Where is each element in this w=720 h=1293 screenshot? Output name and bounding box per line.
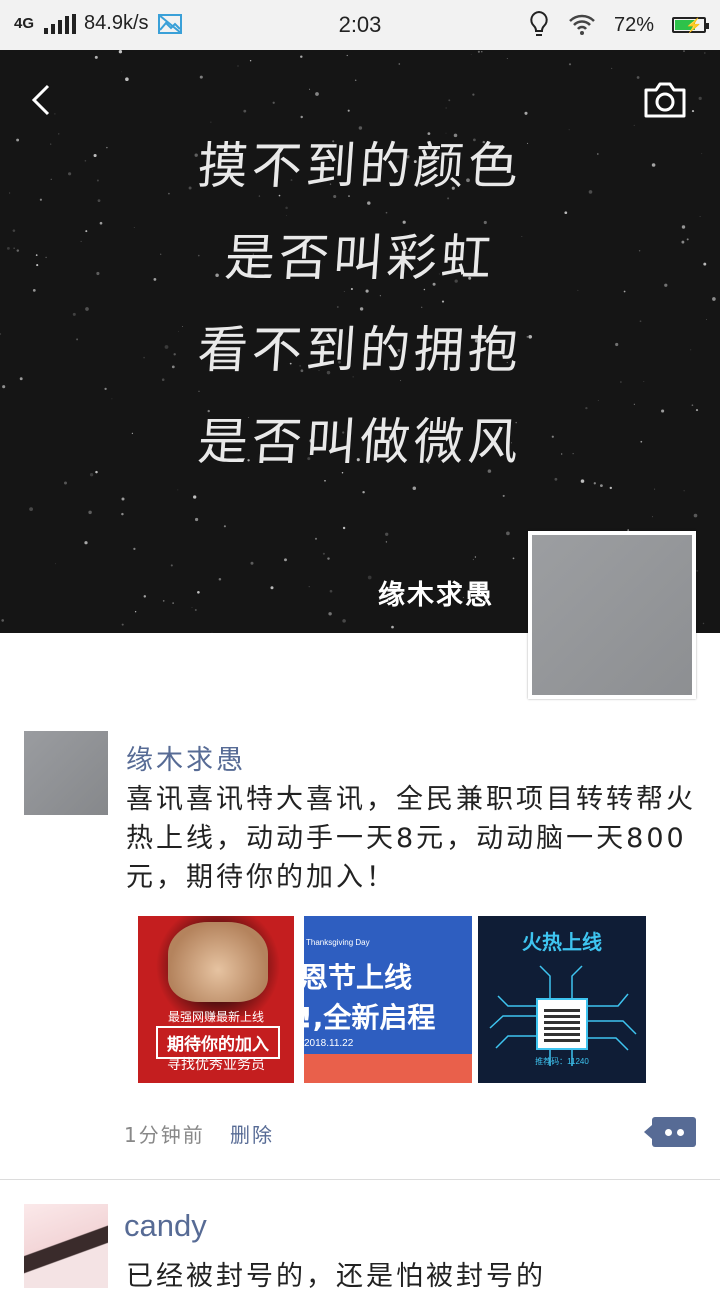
post-images: 最强网赚最新上线 期待你的加入 寻找优秀业务员 Thanksgiving Day… — [130, 916, 646, 1083]
image-text: 推荐码：11240 — [535, 1057, 589, 1066]
post-author[interactable]: 缘木求愚 — [126, 738, 246, 777]
delete-link[interactable]: 删除 — [230, 1119, 274, 1148]
wifi-icon — [569, 14, 595, 35]
avatar[interactable] — [24, 1204, 108, 1288]
post-text: 已经被封号的，还是怕被封号的 — [126, 1261, 546, 1292]
camera-icon[interactable] — [642, 80, 688, 120]
battery-icon: ⚡ — [672, 17, 709, 33]
poem-line: 是否叫做微风 — [195, 413, 525, 471]
status-right: 72% ⚡ — [528, 10, 709, 40]
battery-percent: 72% — [613, 13, 654, 36]
image-text: Thanksgiving Day — [306, 938, 370, 947]
more-actions-icon[interactable] — [644, 1117, 696, 1147]
divider — [0, 1179, 720, 1180]
cover-poem: 摸不到的颜色 是否叫彩虹 看不到的拥抱 是否叫做微风 — [0, 120, 720, 488]
status-bar: 4G 84.9k/s 2:03 72% ⚡ — [0, 0, 720, 50]
post-image[interactable]: 最强网赚最新上线 期待你的加入 寻找优秀业务员 — [130, 916, 298, 1083]
post-author[interactable]: candy — [124, 1208, 207, 1244]
avatar[interactable] — [24, 731, 108, 815]
profile-avatar[interactable] — [528, 531, 696, 699]
cover-display-name: 缘木求愚 — [378, 580, 494, 611]
image-text: 寻找优秀业务员 — [167, 1057, 265, 1073]
image-text: 火热上线 — [522, 930, 602, 954]
poem-line: 是否叫彩虹 — [222, 229, 498, 287]
post-text: 喜讯喜讯特大喜讯，全民兼职项目转转帮火热上线，动动手一天8元，动动脑一天800元… — [126, 784, 696, 893]
image-text: 2018.11.22 — [304, 1038, 354, 1049]
poem-line: 看不到的拥抱 — [195, 321, 525, 379]
qr-code — [536, 998, 588, 1050]
image-text: 最强网赚最新上线 — [167, 1010, 264, 1024]
poem-line: 摸不到的颜色 — [195, 137, 525, 195]
bulb-icon — [530, 10, 548, 36]
image-text: !,全新启程 — [304, 1001, 436, 1034]
charging-icon: ⚡ — [685, 17, 703, 33]
post-image[interactable]: 火热上线 推荐码：11240 — [478, 916, 646, 1083]
image-text: 恩节上线 — [304, 961, 413, 994]
post-time: 1分钟前 — [124, 1123, 205, 1147]
post-image[interactable]: Thanksgiving Day 恩节上线 !,全新启程 2018.11.22 — [304, 916, 472, 1083]
back-icon[interactable] — [26, 82, 62, 118]
pointing-hand-graphic — [168, 922, 268, 1002]
